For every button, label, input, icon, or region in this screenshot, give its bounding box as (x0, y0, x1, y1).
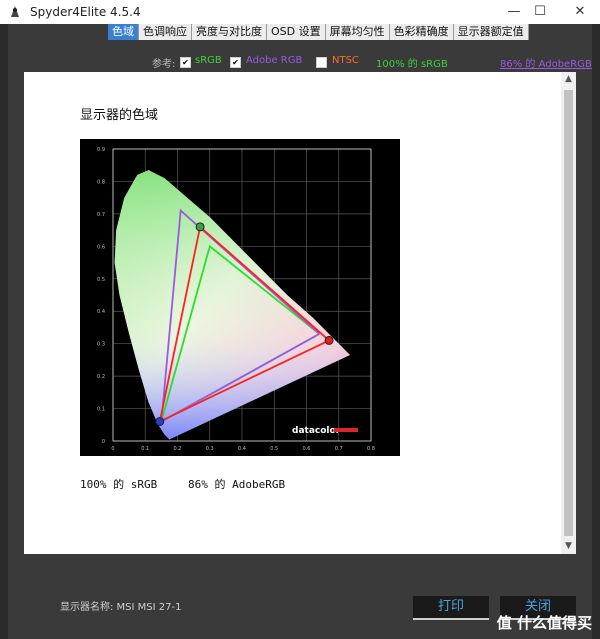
datacolor-logo-bar (334, 428, 358, 432)
close-window-button[interactable]: ✕ (566, 2, 594, 22)
tab-gamut[interactable]: 色域 (108, 24, 139, 40)
tab-uniformity[interactable]: 屏幕均匀性 (325, 24, 390, 40)
x-tick-label: 0.8 (367, 446, 375, 452)
y-tick-label: 0.4 (97, 309, 105, 315)
y-tick-label: 0.3 (97, 342, 105, 348)
y-tick-label: 0.1 (97, 407, 105, 413)
y-tick-label: 0.8 (97, 179, 105, 185)
adobergb-checkbox[interactable]: ✔ (230, 57, 241, 68)
srgb-coverage-summary: 100% 的 sRGB (376, 59, 448, 70)
tab-color-accuracy[interactable]: 色彩精确度 (389, 24, 454, 40)
y-tick-label: 0.2 (97, 374, 105, 380)
x-tick-label: 0.1 (141, 446, 149, 452)
y-tick-label: 0.5 (97, 277, 105, 283)
gamut-section-title: 显示器的色域 (80, 108, 159, 123)
x-tick-label: 0.4 (238, 446, 246, 452)
title-bar: Spyder4Elite 4.5.4 — ☐ ✕ (0, 0, 600, 24)
srgb-coverage-caption: 100% 的 sRGB (80, 478, 158, 491)
x-tick-label: 0.3 (206, 446, 214, 452)
print-button[interactable]: 打印 (413, 596, 489, 620)
primary-marker (195, 222, 205, 232)
scroll-down-icon[interactable]: ▼ (561, 539, 576, 554)
spectral-locus-overlay (114, 170, 350, 440)
reference-label: 参考: (152, 59, 176, 70)
minimize-button[interactable]: — (500, 2, 528, 22)
ntsc-checkbox[interactable] (316, 57, 327, 68)
vertical-scrollbar[interactable]: ▲ ▼ (561, 72, 576, 554)
x-tick-label: 0.7 (335, 446, 343, 452)
y-tick-label: 0 (102, 439, 105, 445)
maximize-button[interactable]: ☐ (526, 2, 554, 22)
tab-tone-response[interactable]: 色调响应 (139, 24, 192, 40)
x-tick-label: 0.6 (303, 446, 311, 452)
scroll-thumb[interactable] (564, 90, 573, 536)
adobergb-coverage-caption: 86% 的 AdobeRGB (188, 478, 286, 491)
spyder-app-icon (11, 6, 19, 17)
window-title: Spyder4Elite 4.5.4 (30, 5, 141, 19)
adobergb-coverage-summary: 86% 的 AdobeRGB (500, 59, 592, 70)
ntsc-legend-label: NTSC (332, 55, 359, 66)
y-tick-label: 0.9 (97, 147, 105, 153)
watermark-logo: 值 什么值得买 (496, 614, 592, 632)
srgb-checkbox[interactable]: ✔ (180, 57, 191, 68)
tab-osd-settings[interactable]: OSD 设置 (267, 24, 326, 40)
x-tick-label: 0.5 (270, 446, 278, 452)
scroll-up-icon[interactable]: ▲ (561, 72, 576, 87)
primary-marker (155, 417, 165, 427)
y-tick-label: 0.7 (97, 212, 105, 218)
datacolor-logo: datacolor (292, 426, 341, 436)
x-tick-label: 0.2 (174, 446, 182, 452)
tab-monitor-rating[interactable]: 显示器额定值 (453, 24, 529, 40)
adobergb-legend-label: Adobe RGB (246, 55, 303, 66)
y-tick-label: 0.6 (97, 244, 105, 250)
tab-bar: 色域 色调响应 亮度与对比度 OSD 设置 屏幕均匀性 色彩精确度 显示器额定值 (108, 24, 529, 40)
srgb-legend-label: sRGB (195, 55, 222, 66)
x-tick-label: 0 (111, 446, 114, 452)
tab-brightness-contrast[interactable]: 亮度与对比度 (192, 24, 267, 40)
gamut-chart-svg: 0 0.1 0.2 0.3 0.4 0.5 0.6 0.7 0.8 0 0.1 0.2 0.3 0.4 0.… (97, 147, 375, 452)
primary-marker (324, 335, 334, 345)
gamut-chart: 0 0.1 0.2 0.3 0.4 0.5 0.6 0.7 0.8 0 0.1 0.2 0.3 0.4 0.… (80, 139, 400, 456)
monitor-name-label: 显示器名称: MSI MSI 27-1 (60, 602, 182, 613)
